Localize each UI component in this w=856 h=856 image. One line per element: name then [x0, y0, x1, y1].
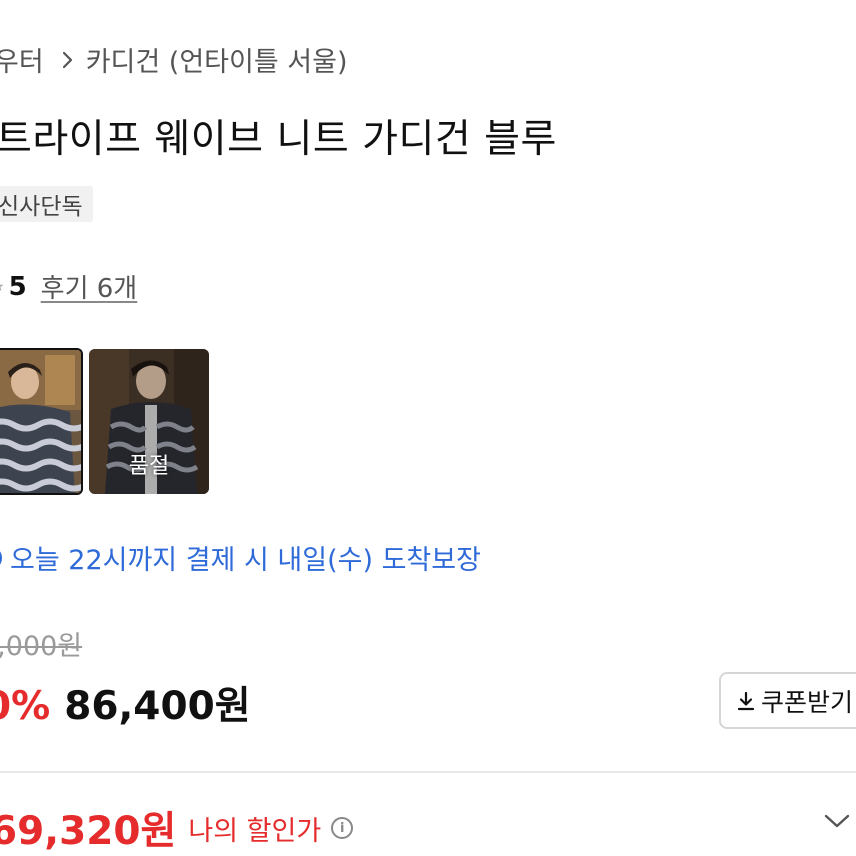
color-option-thumbnail-selected[interactable]	[0, 348, 83, 495]
my-discount-price: 69,320원	[0, 809, 177, 854]
rating-score: 5	[8, 271, 27, 302]
soldout-label: 품절	[128, 454, 170, 479]
my-price-row[interactable]: 69,320원 나의 할인가 i	[0, 800, 354, 856]
exclusive-badge: 신사단독	[0, 186, 93, 222]
clock-icon	[0, 545, 2, 570]
color-option-thumbnail-soldout[interactable]: 품절	[89, 349, 209, 494]
my-discount-label: 나의 할인가	[188, 815, 322, 847]
breadcrumb-current-link[interactable]: 카디건 (언타이틀 서울)	[86, 40, 348, 79]
discount-rate: 0%	[0, 684, 51, 729]
price-row: 0% 86,400원	[0, 675, 251, 731]
chevron-right-icon	[62, 50, 74, 70]
reviews-link[interactable]: 후기 6개	[41, 268, 138, 305]
sale-price: 86,400원	[64, 684, 251, 729]
divider	[0, 771, 856, 773]
breadcrumb-prev-link[interactable]: 우터	[0, 40, 44, 79]
product-title: 트라이프 웨이브 니트 가디건 블루	[0, 117, 557, 162]
rating-row: ★ 5 후기 6개	[0, 268, 137, 305]
delivery-text: 오늘 22시까지 결제 시 내일(수) 도착보장	[10, 545, 481, 576]
star-icon: ★	[0, 279, 5, 295]
exclusive-badge-label: 신사단독	[0, 194, 83, 220]
product-photo	[0, 350, 81, 493]
original-price: 8,000원	[0, 631, 83, 662]
info-icon[interactable]: i	[331, 817, 354, 839]
chevron-down-icon[interactable]	[823, 812, 851, 830]
download-icon	[737, 691, 755, 711]
coupon-download-button[interactable]: 쿠폰받기	[719, 672, 856, 729]
breadcrumb: 우터 카디건 (언타이틀 서울)	[0, 40, 347, 79]
coupon-download-label: 쿠폰받기	[761, 687, 854, 717]
delivery-guarantee: 오늘 22시까지 결제 시 내일(수) 도착보장	[0, 538, 481, 577]
